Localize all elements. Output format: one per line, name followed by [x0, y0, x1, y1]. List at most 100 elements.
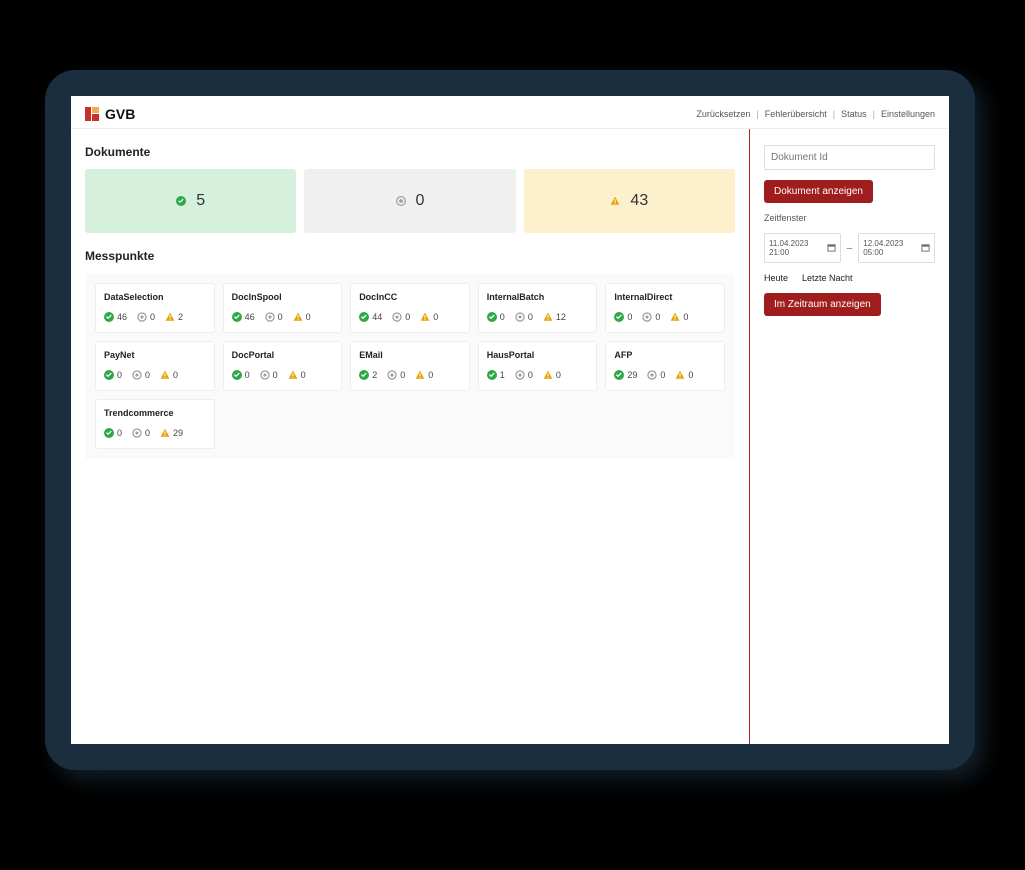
check-circle-icon [104, 370, 114, 380]
summary-warn-card[interactable]: 43 [524, 169, 735, 233]
date-to-input[interactable]: 12.04.2023 05:00 [858, 233, 935, 263]
summary-warn-value: 43 [630, 192, 648, 210]
quick-range-row: Heute Letzte Nacht [764, 273, 935, 283]
stat-neutral-value: 0 [278, 312, 283, 322]
stat-warn: 0 [288, 370, 306, 380]
warning-triangle-icon [160, 428, 170, 438]
stat-ok-value: 1 [500, 370, 505, 380]
check-circle-icon [104, 312, 114, 322]
messpunkt-card[interactable]: DocPortal000 [223, 341, 343, 391]
check-circle-icon [232, 370, 242, 380]
dot-circle-icon [260, 370, 270, 380]
stat-ok: 0 [104, 370, 122, 380]
dot-circle-icon [515, 312, 525, 322]
messpunkt-stats: 000 [104, 370, 206, 380]
stat-neutral-value: 0 [655, 312, 660, 322]
stat-neutral-value: 0 [145, 428, 150, 438]
messpunkt-card[interactable]: PayNet 000 [95, 341, 215, 391]
stat-ok: 0 [614, 312, 632, 322]
stat-warn: 0 [415, 370, 433, 380]
messpunkt-title: HausPortal [487, 350, 589, 360]
timeframe-label: Zeitfenster [764, 213, 935, 223]
date-range-separator: – [845, 243, 855, 254]
check-circle-icon [359, 370, 369, 380]
messpunkt-stats: 4400 [359, 312, 461, 322]
summary-success-card[interactable]: 5 [85, 169, 296, 233]
messpunkt-title: AFP [614, 350, 716, 360]
stat-warn: 12 [543, 312, 566, 322]
summary-neutral-value: 0 [416, 192, 425, 210]
stat-ok-value: 46 [117, 312, 127, 322]
messpunkt-card[interactable]: EMail200 [350, 341, 470, 391]
check-circle-icon [614, 370, 624, 380]
show-document-button[interactable]: Dokument anzeigen [764, 180, 873, 203]
quick-last-night[interactable]: Letzte Nacht [802, 273, 853, 283]
warning-triangle-icon [415, 370, 425, 380]
messpunkt-stats: 000 [232, 370, 334, 380]
date-from-input[interactable]: 11.04.2023 21:00 [764, 233, 841, 263]
messpunkt-card[interactable]: InternalBatch0012 [478, 283, 598, 333]
messpunkt-card[interactable]: AFP 2900 [605, 341, 725, 391]
link-status[interactable]: Status [841, 109, 867, 119]
date-from-value: 11.04.2023 21:00 [769, 239, 823, 257]
brand: GVB [85, 106, 135, 122]
check-circle-icon [176, 196, 186, 206]
dot-circle-icon [132, 370, 142, 380]
stat-ok: 0 [232, 370, 250, 380]
stat-warn: 0 [670, 312, 688, 322]
link-errors[interactable]: Fehlerübersicht [765, 109, 827, 119]
show-range-button[interactable]: Im Zeitraum anzeigen [764, 293, 881, 316]
body: Dokumente 5 0 [71, 129, 949, 744]
link-settings[interactable]: Einstellungen [881, 109, 935, 119]
messpunkt-card[interactable]: DocInCC4400 [350, 283, 470, 333]
link-reset[interactable]: Zurücksetzen [696, 109, 750, 119]
side-panel: Dokument anzeigen Zeitfenster 11.04.2023… [749, 129, 949, 744]
stat-neutral: 0 [132, 428, 150, 438]
stat-ok-value: 0 [627, 312, 632, 322]
app-screen: GVB Zurücksetzen | Fehlerübersicht | Sta… [71, 96, 949, 744]
messpunkt-title: PayNet [104, 350, 206, 360]
quick-today[interactable]: Heute [764, 273, 788, 283]
dot-circle-icon [265, 312, 275, 322]
summary-neutral-card[interactable]: 0 [304, 169, 515, 233]
messpunkt-card[interactable]: DataSelection4602 [95, 283, 215, 333]
messpunkt-title: DocPortal [232, 350, 334, 360]
messpunkt-title: InternalDirect [614, 292, 716, 302]
warning-triangle-icon [670, 312, 680, 322]
messpunkt-stats: 200 [359, 370, 461, 380]
stat-warn: 0 [543, 370, 561, 380]
stat-neutral-value: 0 [528, 312, 533, 322]
dot-circle-icon [387, 370, 397, 380]
stat-ok-value: 0 [117, 428, 122, 438]
messpunkt-card[interactable]: Trendcommerce0029 [95, 399, 215, 449]
check-circle-icon [104, 428, 114, 438]
stat-ok-value: 0 [500, 312, 505, 322]
check-circle-icon [487, 370, 497, 380]
messpunkt-title: DocInSpool [232, 292, 334, 302]
check-circle-icon [487, 312, 497, 322]
stat-warn-value: 0 [306, 312, 311, 322]
warning-triangle-icon [675, 370, 685, 380]
check-circle-icon [359, 312, 369, 322]
stat-neutral: 0 [515, 370, 533, 380]
messpunkt-title: Trendcommerce [104, 408, 206, 418]
document-id-input[interactable] [764, 145, 935, 170]
messpunkt-stats: 0029 [104, 428, 206, 438]
calendar-icon [921, 243, 930, 254]
messpunkt-card[interactable]: HausPortal100 [478, 341, 598, 391]
stat-ok: 2 [359, 370, 377, 380]
stat-neutral: 0 [515, 312, 533, 322]
messpunkt-stats: 4602 [104, 312, 206, 322]
brand-name: GVB [105, 106, 135, 122]
stat-warn-value: 0 [683, 312, 688, 322]
messpunkt-stats: 100 [487, 370, 589, 380]
messpunkt-stats: 2900 [614, 370, 716, 380]
dot-circle-icon [396, 196, 406, 206]
messpunkt-title: EMail [359, 350, 461, 360]
stat-warn: 2 [165, 312, 183, 322]
section-messpunkte-title: Messpunkte [85, 249, 735, 263]
warning-triangle-icon [288, 370, 298, 380]
messpunkt-card[interactable]: InternalDirect 0 0 0 [605, 283, 725, 333]
messpunkt-card[interactable]: DocInSpool4600 [223, 283, 343, 333]
stat-warn-value: 0 [428, 370, 433, 380]
